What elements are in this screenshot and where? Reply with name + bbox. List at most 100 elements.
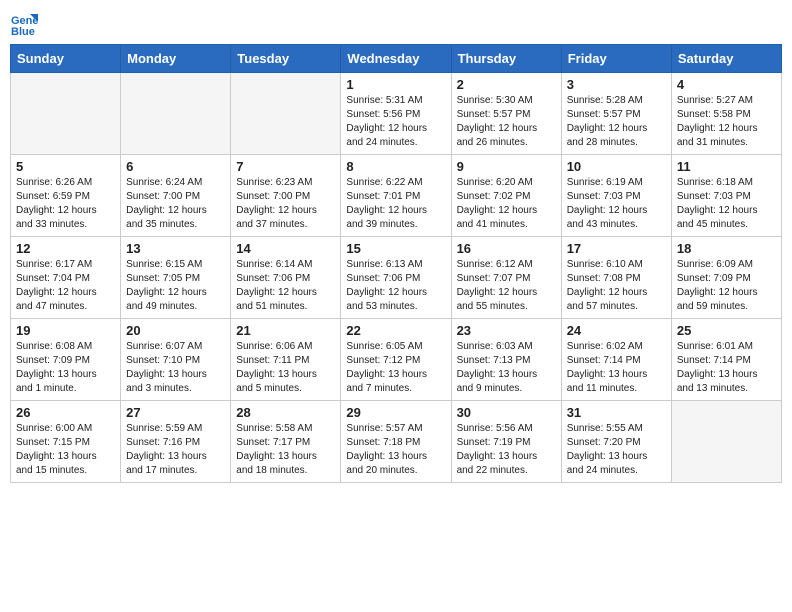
calendar-week-2: 5 Sunrise: 6:26 AM Sunset: 6:59 PM Daylig…	[11, 155, 782, 237]
day-info: Sunrise: 6:26 AM Sunset: 6:59 PM Dayligh…	[16, 176, 115, 232]
calendar-cell: 5 Sunrise: 6:26 AM Sunset: 6:59 PM Daylig…	[11, 155, 121, 237]
calendar-cell: 4 Sunrise: 5:27 AM Sunset: 5:58 PM Daylig…	[671, 73, 781, 155]
logo: General Blue	[10, 10, 42, 38]
day-info: Sunrise: 5:30 AM Sunset: 5:57 PM Dayligh…	[457, 94, 556, 150]
calendar-cell: 7 Sunrise: 6:23 AM Sunset: 7:00 PM Daylig…	[231, 155, 341, 237]
day-number: 28	[236, 405, 335, 420]
calendar-week-5: 26 Sunrise: 6:00 AM Sunset: 7:15 PM Dayli…	[11, 401, 782, 483]
day-info: Sunrise: 6:00 AM Sunset: 7:15 PM Dayligh…	[16, 422, 115, 478]
day-number: 17	[567, 241, 666, 256]
calendar-cell: 31 Sunrise: 5:55 AM Sunset: 7:20 PM Dayli…	[561, 401, 671, 483]
calendar-cell: 28 Sunrise: 5:58 AM Sunset: 7:17 PM Dayli…	[231, 401, 341, 483]
calendar-cell: 27 Sunrise: 5:59 AM Sunset: 7:16 PM Dayli…	[121, 401, 231, 483]
calendar-week-4: 19Sunrise: 6:08 AM Sunset: 7:09 PM Dayli…	[11, 319, 782, 401]
calendar-cell: 20 Sunrise: 6:07 AM Sunset: 7:10 PM Dayli…	[121, 319, 231, 401]
calendar-cell: 30 Sunrise: 5:56 AM Sunset: 7:19 PM Dayli…	[451, 401, 561, 483]
day-number: 26	[16, 405, 115, 420]
day-info: Sunrise: 6:07 AM Sunset: 7:10 PM Dayligh…	[126, 340, 225, 396]
day-info: Sunrise: 6:10 AM Sunset: 7:08 PM Dayligh…	[567, 258, 666, 314]
day-info: Sunrise: 5:28 AM Sunset: 5:57 PM Dayligh…	[567, 94, 666, 150]
day-info: Sunrise: 6:24 AM Sunset: 7:00 PM Dayligh…	[126, 176, 225, 232]
day-number: 11	[677, 159, 776, 174]
day-info: Sunrise: 6:23 AM Sunset: 7:00 PM Dayligh…	[236, 176, 335, 232]
day-number: 16	[457, 241, 556, 256]
calendar-cell: 23 Sunrise: 6:03 AM Sunset: 7:13 PM Dayli…	[451, 319, 561, 401]
day-info: Sunrise: 6:12 AM Sunset: 7:07 PM Dayligh…	[457, 258, 556, 314]
calendar-cell: 29 Sunrise: 5:57 AM Sunset: 7:18 PM Dayli…	[341, 401, 451, 483]
day-number: 13	[126, 241, 225, 256]
day-number: 18	[677, 241, 776, 256]
day-info: Sunrise: 5:58 AM Sunset: 7:17 PM Dayligh…	[236, 422, 335, 478]
calendar-cell: 6 Sunrise: 6:24 AM Sunset: 7:00 PM Daylig…	[121, 155, 231, 237]
calendar-cell: 13 Sunrise: 6:15 AM Sunset: 7:05 PM Dayli…	[121, 237, 231, 319]
weekday-header-thursday: Thursday	[451, 45, 561, 73]
calendar-cell: 14 Sunrise: 6:14 AM Sunset: 7:06 PM Dayli…	[231, 237, 341, 319]
day-number: 6	[126, 159, 225, 174]
day-info: Sunrise: 6:22 AM Sunset: 7:01 PM Dayligh…	[346, 176, 445, 232]
day-info: Sunrise: 6:05 AM Sunset: 7:12 PM Dayligh…	[346, 340, 445, 396]
calendar-cell: 24 Sunrise: 6:02 AM Sunset: 7:14 PM Dayli…	[561, 319, 671, 401]
day-number: 9	[457, 159, 556, 174]
day-info: Sunrise: 6:06 AM Sunset: 7:11 PM Dayligh…	[236, 340, 335, 396]
day-info: Sunrise: 6:14 AM Sunset: 7:06 PM Dayligh…	[236, 258, 335, 314]
calendar-cell: 10Sunrise: 6:19 AM Sunset: 7:03 PM Dayli…	[561, 155, 671, 237]
calendar-cell: 3Sunrise: 5:28 AM Sunset: 5:57 PM Daylig…	[561, 73, 671, 155]
calendar-cell: 2Sunrise: 5:30 AM Sunset: 5:57 PM Daylig…	[451, 73, 561, 155]
day-number: 1	[346, 77, 445, 92]
calendar-cell: 21 Sunrise: 6:06 AM Sunset: 7:11 PM Dayli…	[231, 319, 341, 401]
day-number: 19	[16, 323, 115, 338]
calendar-cell	[671, 401, 781, 483]
day-number: 27	[126, 405, 225, 420]
calendar-week-3: 12 Sunrise: 6:17 AM Sunset: 7:04 PM Dayli…	[11, 237, 782, 319]
calendar-cell	[121, 73, 231, 155]
day-number: 7	[236, 159, 335, 174]
day-number: 10	[567, 159, 666, 174]
day-info: Sunrise: 6:09 AM Sunset: 7:09 PM Dayligh…	[677, 258, 776, 314]
calendar-cell: 25 Sunrise: 6:01 AM Sunset: 7:14 PM Dayli…	[671, 319, 781, 401]
day-info: Sunrise: 6:13 AM Sunset: 7:06 PM Dayligh…	[346, 258, 445, 314]
calendar-cell: 18 Sunrise: 6:09 AM Sunset: 7:09 PM Dayli…	[671, 237, 781, 319]
calendar-cell: 16 Sunrise: 6:12 AM Sunset: 7:07 PM Dayli…	[451, 237, 561, 319]
day-number: 12	[16, 241, 115, 256]
day-number: 31	[567, 405, 666, 420]
calendar-table: SundayMondayTuesdayWednesdayThursdayFrid…	[10, 44, 782, 483]
calendar-cell: 19Sunrise: 6:08 AM Sunset: 7:09 PM Dayli…	[11, 319, 121, 401]
svg-text:Blue: Blue	[11, 26, 35, 38]
calendar-cell	[11, 73, 121, 155]
day-info: Sunrise: 5:57 AM Sunset: 7:18 PM Dayligh…	[346, 422, 445, 478]
weekday-header-saturday: Saturday	[671, 45, 781, 73]
weekday-header-sunday: Sunday	[11, 45, 121, 73]
day-number: 20	[126, 323, 225, 338]
day-info: Sunrise: 5:27 AM Sunset: 5:58 PM Dayligh…	[677, 94, 776, 150]
day-info: Sunrise: 6:03 AM Sunset: 7:13 PM Dayligh…	[457, 340, 556, 396]
day-number: 21	[236, 323, 335, 338]
calendar-cell: 1 Sunrise: 5:31 AM Sunset: 5:56 PM Daylig…	[341, 73, 451, 155]
day-number: 29	[346, 405, 445, 420]
day-number: 25	[677, 323, 776, 338]
day-number: 4	[677, 77, 776, 92]
calendar-cell: 9Sunrise: 6:20 AM Sunset: 7:02 PM Daylig…	[451, 155, 561, 237]
day-info: Sunrise: 6:15 AM Sunset: 7:05 PM Dayligh…	[126, 258, 225, 314]
page-header: General Blue	[10, 10, 782, 38]
calendar-cell: 22Sunrise: 6:05 AM Sunset: 7:12 PM Dayli…	[341, 319, 451, 401]
calendar-cell: 8Sunrise: 6:22 AM Sunset: 7:01 PM Daylig…	[341, 155, 451, 237]
day-number: 23	[457, 323, 556, 338]
day-info: Sunrise: 5:56 AM Sunset: 7:19 PM Dayligh…	[457, 422, 556, 478]
day-info: Sunrise: 5:31 AM Sunset: 5:56 PM Dayligh…	[346, 94, 445, 150]
day-number: 24	[567, 323, 666, 338]
calendar-cell: 26 Sunrise: 6:00 AM Sunset: 7:15 PM Dayli…	[11, 401, 121, 483]
day-info: Sunrise: 5:55 AM Sunset: 7:20 PM Dayligh…	[567, 422, 666, 478]
weekday-header-row: SundayMondayTuesdayWednesdayThursdayFrid…	[11, 45, 782, 73]
day-info: Sunrise: 6:01 AM Sunset: 7:14 PM Dayligh…	[677, 340, 776, 396]
day-info: Sunrise: 5:59 AM Sunset: 7:16 PM Dayligh…	[126, 422, 225, 478]
day-number: 14	[236, 241, 335, 256]
calendar-cell: 15Sunrise: 6:13 AM Sunset: 7:06 PM Dayli…	[341, 237, 451, 319]
day-number: 5	[16, 159, 115, 174]
day-info: Sunrise: 6:17 AM Sunset: 7:04 PM Dayligh…	[16, 258, 115, 314]
day-info: Sunrise: 6:02 AM Sunset: 7:14 PM Dayligh…	[567, 340, 666, 396]
logo-icon: General Blue	[10, 10, 38, 38]
weekday-header-wednesday: Wednesday	[341, 45, 451, 73]
day-number: 30	[457, 405, 556, 420]
calendar-header: SundayMondayTuesdayWednesdayThursdayFrid…	[11, 45, 782, 73]
calendar-cell: 11Sunrise: 6:18 AM Sunset: 7:03 PM Dayli…	[671, 155, 781, 237]
